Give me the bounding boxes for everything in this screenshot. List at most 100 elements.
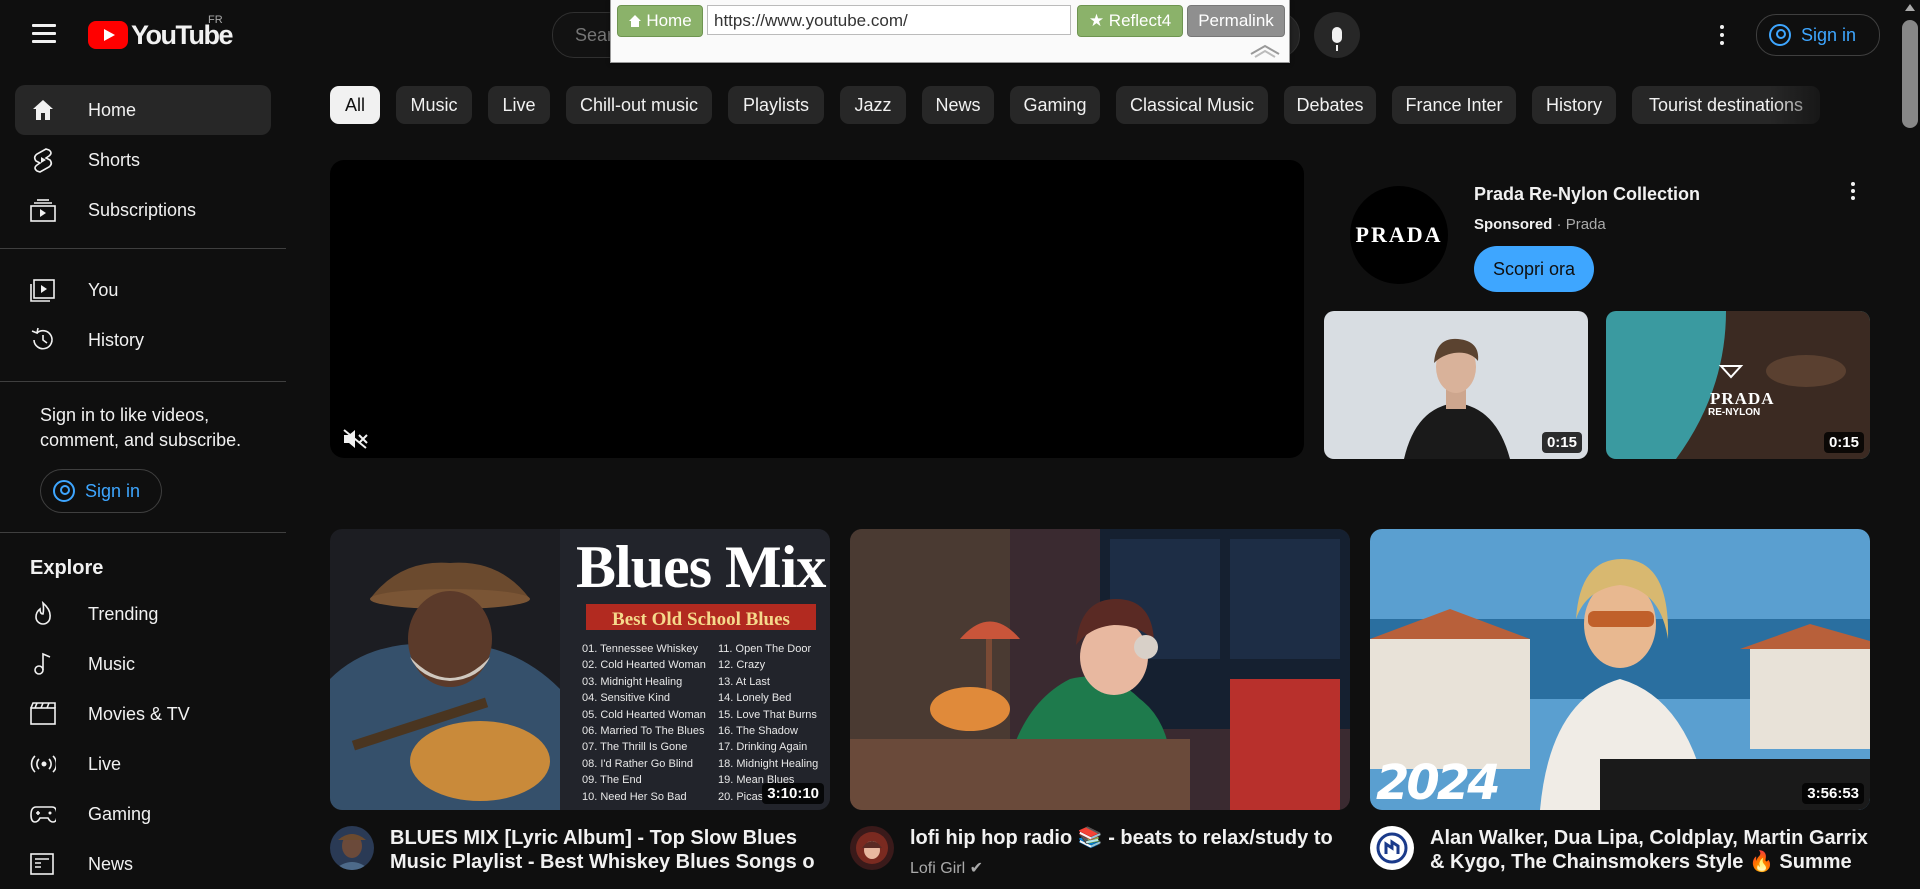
track-item: 07. The Thrill Is Gone	[582, 741, 688, 754]
region-code: FR	[208, 14, 223, 26]
tracklist-left: 01. Tennessee Whiskey 02. Cold Hearted Wo…	[582, 641, 706, 805]
track-item: 16. The Shadow	[718, 725, 798, 738]
sidebar-item-movies[interactable]: Movies & TV	[15, 689, 271, 739]
youtube-play-icon	[88, 21, 128, 49]
video-thumbnail[interactable]	[850, 529, 1350, 810]
thumbnail-heading: Blues Mix	[576, 534, 826, 600]
sidebar-item-trending[interactable]: Trending	[15, 589, 271, 639]
track-item: 12. Crazy	[718, 659, 766, 672]
sidebar-item-news[interactable]: News	[15, 839, 271, 889]
sidebar-divider	[0, 381, 286, 382]
header-sign-in-button[interactable]: Sign in	[1756, 14, 1880, 56]
bookmarklet-url-field[interactable]: https://www.youtube.com/	[707, 5, 1071, 35]
scroll-up-arrow-icon[interactable]	[1905, 4, 1915, 11]
sidebar-item-history[interactable]: History	[15, 315, 271, 365]
guide-menu-button[interactable]	[26, 19, 62, 51]
track-item: 10. Need Her So Bad	[582, 790, 687, 803]
sidebar-item-label: Live	[88, 753, 122, 774]
track-item: 14. Lonely Bed	[718, 692, 792, 705]
muted-icon[interactable]	[342, 428, 370, 450]
ad-more-options-icon[interactable]	[1843, 178, 1863, 204]
chip-chill-out-music[interactable]: Chill-out music	[566, 86, 712, 124]
duration-badge: 0:15	[1823, 432, 1864, 453]
sidebar-sign-in-button[interactable]: Sign in	[40, 469, 162, 513]
subscriptions-icon	[30, 197, 56, 223]
video-title[interactable]: BLUES MIX [Lyric Album] - Top Slow Blues…	[390, 826, 830, 874]
tracklist-right: 11. Open The Door 12. Crazy 13. At Last 14.…	[718, 641, 818, 805]
thumbnail-banner: Best Old School Blues	[612, 609, 790, 630]
channel-avatar[interactable]	[330, 826, 374, 870]
chip-classical-music[interactable]: Classical Music	[1116, 86, 1268, 124]
track-item: 08. I'd Rather Go Blind	[582, 757, 693, 770]
meta-separator: ·	[1556, 216, 1562, 233]
chip-live[interactable]: Live	[488, 86, 550, 124]
shorts-icon	[30, 147, 56, 173]
settings-menu-button[interactable]	[1710, 20, 1734, 50]
account-icon	[1769, 24, 1791, 46]
voice-search-button[interactable]	[1314, 12, 1360, 58]
chip-jazz[interactable]: Jazz	[840, 86, 906, 124]
sponsored-label: Sponsored	[1474, 216, 1553, 233]
page-scrollbar[interactable]	[1900, 0, 1920, 869]
chip-playlists[interactable]: Playlists	[728, 86, 824, 124]
video-title[interactable]: Alan Walker, Dua Lipa, Coldplay, Martin …	[1430, 826, 1870, 874]
channel-avatar[interactable]	[1370, 826, 1414, 870]
header-sign-in-label: Sign in	[1801, 24, 1857, 45]
live-icon	[30, 751, 56, 777]
sidebar-item-gaming[interactable]: Gaming	[15, 789, 271, 839]
movies-icon	[30, 701, 56, 727]
advertiser-avatar[interactable]: PRADA	[1350, 186, 1448, 284]
sidebar-item-subscriptions[interactable]: Subscriptions	[15, 185, 271, 235]
home-icon	[629, 15, 642, 27]
home-icon	[30, 97, 56, 123]
you-icon	[30, 277, 56, 303]
chip-history[interactable]: History	[1532, 86, 1616, 124]
account-icon	[53, 480, 75, 502]
chip-debates[interactable]: Debates	[1284, 86, 1376, 124]
sidebar-item-label: You	[88, 279, 119, 300]
bookmarklet-home-button[interactable]: Home	[617, 5, 703, 37]
sidebar-divider	[0, 532, 286, 533]
sidebar-item-label: Music	[88, 653, 136, 674]
sidebar-item-label: Movies & TV	[88, 703, 190, 724]
bookmarklet-toolbar: Home https://www.youtube.com/ ★ Reflect4…	[610, 0, 1290, 63]
track-item: 03. Midnight Healing	[582, 675, 683, 688]
permalink-button[interactable]: Permalink	[1187, 5, 1285, 37]
channel-avatar[interactable]	[850, 826, 894, 870]
sidebar-item-live[interactable]: Live	[15, 739, 271, 789]
sidebar-divider	[0, 248, 286, 249]
ad-meta: Sponsored · Prada	[1474, 216, 1606, 233]
duration-badge: 0:15	[1541, 432, 1582, 453]
ad-thumbnail[interactable]: PRADA RE-NYLON 0:15	[1606, 311, 1870, 459]
sidebar-item-home[interactable]: Home	[15, 85, 271, 135]
trending-icon	[30, 601, 56, 627]
chip-all[interactable]: All	[330, 86, 380, 124]
microphone-icon	[1332, 27, 1342, 51]
channel-name[interactable]: Lofi Girl ✔	[910, 858, 983, 878]
chip-france-inter[interactable]: France Inter	[1392, 86, 1516, 124]
chip-gaming[interactable]: Gaming	[1010, 86, 1100, 124]
video-thumbnail[interactable]: Blues Mix Best Old School Blues 01. Tenn…	[330, 529, 830, 810]
ad-video-player[interactable]	[330, 160, 1304, 458]
video-title[interactable]: lofi hip hop radio 📚 - beats to relax/st…	[910, 826, 1350, 850]
video-thumbnail[interactable]: 2024 3:56:53	[1370, 529, 1870, 810]
chip-news[interactable]: News	[922, 86, 994, 124]
sidebar-item-label: Home	[88, 99, 137, 120]
sidebar-item-shorts[interactable]: Shorts	[15, 135, 271, 185]
track-item: 13. At Last	[718, 675, 770, 688]
track-item: 06. Married To The Blues	[582, 725, 705, 738]
sidebar-item-you[interactable]: You	[15, 265, 271, 315]
sidebar-item-music[interactable]: Music	[15, 639, 271, 689]
reflect-button[interactable]: ★ Reflect4	[1077, 5, 1183, 37]
chip-music[interactable]: Music	[396, 86, 472, 124]
ad-title[interactable]: Prada Re-Nylon Collection	[1474, 184, 1700, 205]
scrollbar-thumb[interactable]	[1902, 20, 1918, 128]
duration-badge: 3:10:10	[762, 783, 824, 804]
sign-in-prompt: Sign in to like videos, comment, and sub…	[40, 405, 242, 450]
explore-heading: Explore	[30, 557, 104, 579]
sidebar-item-label: History	[88, 329, 145, 350]
ad-thumbnail[interactable]: 0:15	[1324, 311, 1588, 459]
collapse-handle-icon[interactable]	[1247, 40, 1283, 58]
prada-logo-text: PRADA	[1710, 389, 1775, 408]
ad-cta-button[interactable]: Scopri ora	[1474, 246, 1594, 292]
